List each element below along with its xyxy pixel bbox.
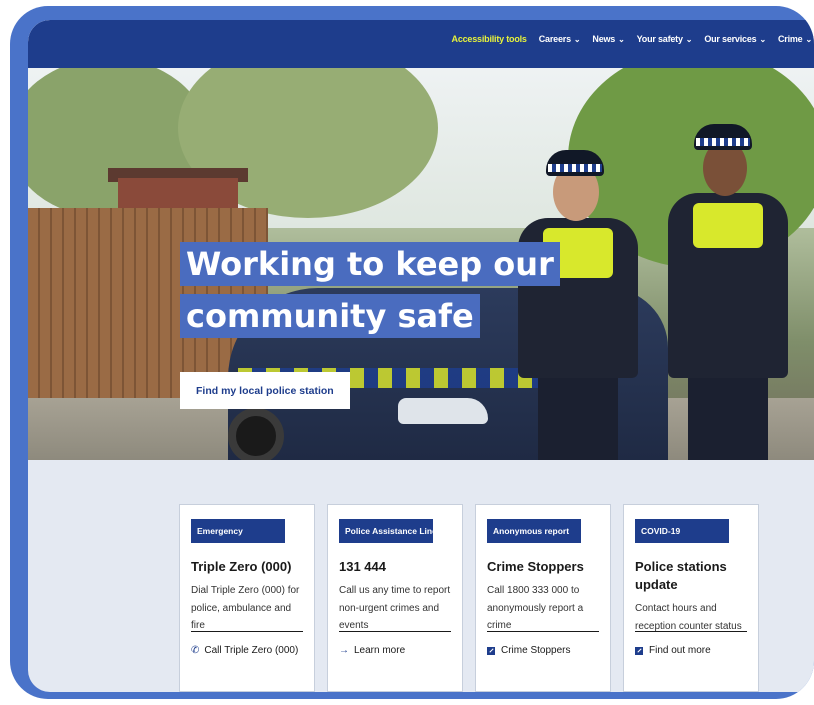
hero-headline-line-2: community safe (180, 294, 480, 338)
card-link-label: Learn more (354, 645, 406, 656)
card-divider (339, 631, 451, 632)
external-link-icon (487, 646, 495, 655)
nav-crime[interactable]: Crime ⌄ (778, 34, 812, 44)
card-link-label: Call Triple Zero (000) (204, 645, 299, 656)
card-badge: Emergency (191, 519, 285, 543)
card-title: Police stations update (635, 559, 727, 592)
card-title: Crime Stoppers (487, 559, 584, 574)
learn-more-link[interactable]: → Learn more (339, 645, 405, 656)
covid-update-card: COVID-19 Police stations update Contact … (623, 504, 759, 692)
chevron-down-icon: ⌄ (618, 34, 625, 44)
chevron-down-icon: ⌄ (805, 34, 812, 44)
nav-accessibility-tools[interactable]: Accessibility tools (452, 34, 527, 44)
crime-stoppers-card: Anonymous report Crime Stoppers Call 180… (475, 504, 611, 692)
police-car-wheel (228, 408, 284, 460)
top-navigation-bar: Accessibility tools Careers ⌄ News ⌄ You… (28, 20, 814, 68)
card-badge: Police Assistance Line (339, 519, 433, 543)
external-link-icon (635, 646, 643, 655)
card-title: Triple Zero (000) (191, 559, 292, 574)
chevron-down-icon: ⌄ (573, 34, 581, 44)
card-badge: Anonymous report (487, 519, 581, 543)
call-triple-zero-link[interactable]: ✆ Call Triple Zero (000) (191, 645, 298, 656)
card-link-label: Find out more (649, 645, 711, 656)
card-description: Call us any time to report non-urgent cr… (339, 585, 451, 631)
nav-item-label: Careers (538, 34, 571, 44)
chevron-down-icon: ⌄ (759, 34, 766, 44)
nav-menu: Accessibility tools Careers ⌄ News ⌄ You… (440, 34, 813, 44)
nav-item-label: Our services (704, 34, 757, 44)
card-description: Dial Triple Zero (000) for police, ambul… (191, 585, 300, 631)
nav-item-label: Crime (777, 34, 803, 44)
card-description: Contact hours and reception counter stat… (635, 603, 742, 632)
card-divider (487, 631, 599, 632)
card-description: Call 1800 333 000 to anonymously report … (487, 585, 584, 631)
arrow-right-icon: → (339, 645, 349, 656)
find-police-station-button[interactable]: Find my local police station (180, 372, 350, 409)
card-title: 131 444 (339, 559, 386, 574)
device-frame: Accessibility tools Careers ⌄ News ⌄ You… (10, 6, 814, 699)
nav-news[interactable]: News ⌄ (592, 34, 624, 44)
nav-item-label: Your safety (636, 34, 683, 44)
browser-viewport: Accessibility tools Careers ⌄ News ⌄ You… (28, 20, 814, 692)
card-badge: COVID-19 (635, 519, 729, 543)
nav-your-safety[interactable]: Your safety ⌄ (637, 34, 693, 44)
nav-careers[interactable]: Careers ⌄ (539, 34, 581, 44)
chevron-down-icon: ⌄ (685, 34, 693, 44)
find-out-more-link[interactable]: Find out more (635, 645, 711, 656)
emergency-card: Emergency Triple Zero (000) Dial Triple … (179, 504, 315, 692)
hero-banner: Working to keep our community safe Find … (28, 68, 814, 460)
phone-icon: ✆ (191, 645, 200, 656)
hero-headline-line-1: Working to keep our (180, 242, 560, 286)
nav-item-label: Accessibility tools (451, 34, 527, 44)
card-link-label: Crime Stoppers (501, 645, 571, 656)
nav-item-label: News (592, 34, 616, 44)
card-divider (635, 631, 747, 632)
crime-stoppers-link[interactable]: Crime Stoppers (487, 645, 570, 656)
police-assistance-card: Police Assistance Line 131 444 Call us a… (327, 504, 463, 692)
card-divider (191, 631, 303, 632)
nav-our-services[interactable]: Our services ⌄ (704, 34, 766, 44)
police-car-headlight (398, 398, 488, 424)
